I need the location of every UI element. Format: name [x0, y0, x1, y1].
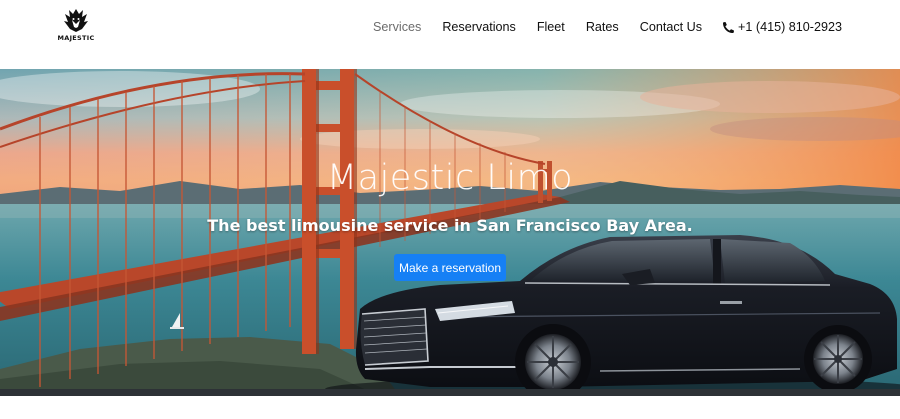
nav-item-services[interactable]: Services [373, 20, 421, 34]
nav-phone-link[interactable]: +1 (415) 810-2923 [723, 20, 842, 34]
main-nav: Services Reservations Fleet Rates Contac… [373, 19, 842, 35]
logo-text: MAJESTIC [57, 34, 95, 42]
make-reservation-button[interactable]: Make a reservation [394, 254, 506, 281]
crowned-lion-emblem-icon [64, 9, 88, 32]
hero-subtitle: The best limousine service in San Franci… [207, 216, 693, 235]
brand-logo[interactable]: MAJESTIC [56, 7, 96, 47]
page-bottom-strip [0, 396, 900, 419]
nav-item-rates[interactable]: Rates [586, 20, 619, 34]
nav-item-reservations[interactable]: Reservations [442, 20, 516, 34]
hero-section: Majestic Limo The best limousine service… [0, 69, 900, 396]
phone-number: +1 (415) 810-2923 [738, 20, 842, 34]
hero-title: Majestic Limo [326, 158, 574, 198]
nav-item-fleet[interactable]: Fleet [537, 20, 565, 34]
site-header: MAJESTIC Services Reservations Fleet Rat… [0, 0, 900, 69]
phone-icon [723, 21, 735, 33]
nav-item-contact-us[interactable]: Contact Us [640, 20, 702, 34]
